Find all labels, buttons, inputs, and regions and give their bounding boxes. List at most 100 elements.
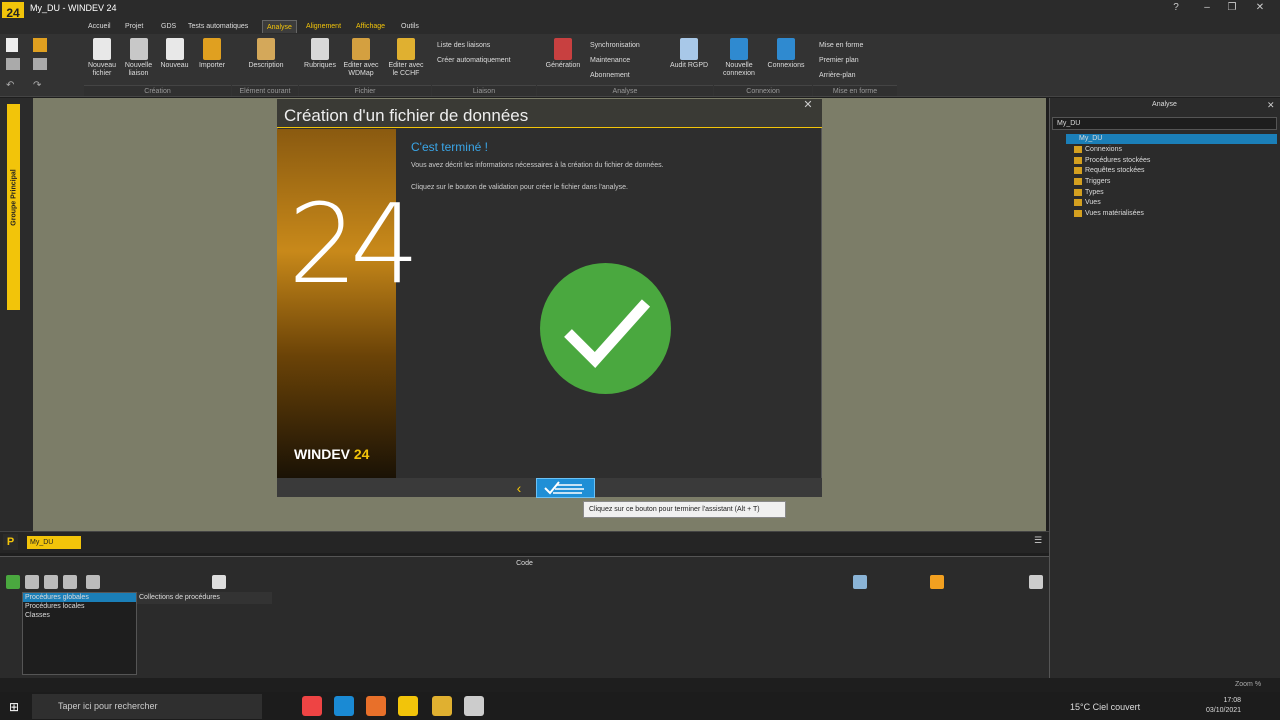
description-button[interactable]: Description — [244, 38, 288, 70]
nouveau-fichier-button[interactable]: Nouveau fichier — [87, 38, 117, 78]
group-liaison: Liaison — [432, 85, 536, 96]
star-icon[interactable] — [212, 575, 226, 589]
folder-icon — [1074, 166, 1082, 174]
folder-icon — [1074, 145, 1082, 153]
undo-icon[interactable]: ↶ — [6, 80, 14, 91]
generation-button[interactable]: Génération — [542, 38, 584, 70]
completion-text-2: Cliquez sur le bouton de validation pour… — [411, 184, 628, 191]
tree-item-connexions[interactable]: Connexions — [1074, 145, 1122, 155]
nouvelle-liaison-button[interactable]: Nouvelle liaison — [122, 38, 155, 78]
save-icon[interactable] — [6, 58, 20, 70]
weather-status[interactable]: 15°C Ciel couvert — [1070, 702, 1140, 712]
success-check-icon — [540, 263, 671, 394]
windev-icon[interactable] — [398, 696, 418, 716]
document-tab-strip — [0, 531, 1049, 553]
list-item[interactable]: Classes — [23, 611, 136, 620]
new-icon[interactable] — [6, 38, 18, 52]
rubriques-button[interactable]: Rubriques — [301, 38, 339, 70]
doc-tab-my-du[interactable]: My_DU — [27, 536, 81, 549]
tab-affichage[interactable]: Affichage — [352, 20, 389, 33]
nouveau-button[interactable]: Nouveau — [158, 38, 191, 70]
add-icon[interactable] — [6, 575, 20, 589]
tool-icon[interactable] — [63, 575, 77, 589]
liste-liaisons-button[interactable]: Liste des liaisons — [437, 42, 490, 49]
group-analyse: Analyse — [537, 85, 713, 96]
help-icon[interactable]: ? — [1164, 0, 1188, 16]
tabs-menu-icon[interactable]: ☰ — [1034, 535, 1042, 546]
panel-close-icon[interactable]: ✕ — [1267, 100, 1275, 111]
code-panel — [0, 570, 1049, 678]
analysis-panel-title: Analyse — [1152, 101, 1177, 108]
tree-item-requetes[interactable]: Requêtes stockées — [1074, 166, 1145, 176]
edge-icon[interactable] — [334, 696, 354, 716]
groupe-principal-tab[interactable]: Groupe Principal — [7, 104, 20, 310]
banner-number: 24 — [288, 180, 420, 308]
tree-root[interactable]: My_DU — [1066, 134, 1277, 144]
zoom-indicator[interactable]: Zoom % — [1235, 681, 1261, 688]
tree-item-vues[interactable]: Vues — [1074, 198, 1101, 208]
procedure-list: Procédures globales Procédures locales C… — [22, 592, 137, 675]
tree-item-vues-materialisees[interactable]: Vues matérialisées — [1074, 209, 1144, 219]
title-bar — [0, 0, 1280, 18]
audit-rgpd-button[interactable]: Audit RGPD — [666, 38, 712, 70]
tool-icon[interactable] — [86, 575, 100, 589]
abonnement-button[interactable]: Abonnement — [590, 72, 630, 79]
creer-automatiquement-button[interactable]: Créer automatiquement — [437, 57, 511, 64]
open-icon[interactable] — [33, 38, 47, 52]
tab-alignement[interactable]: Alignement — [302, 20, 345, 33]
editer-wdmap-button[interactable]: Editer avec WDMap — [342, 38, 380, 78]
code-panel-title: Code — [0, 556, 1049, 570]
importer-button[interactable]: Importer — [195, 38, 229, 70]
finish-button[interactable] — [536, 478, 595, 498]
tab-outils[interactable]: Outils — [397, 20, 423, 33]
analysis-search-input[interactable]: My_DU — [1052, 117, 1277, 130]
banner-brand: WINDEV 24 — [294, 446, 370, 462]
app-icon[interactable] — [464, 696, 484, 716]
mise-en-forme-button[interactable]: Mise en forme — [819, 42, 863, 49]
edit-icon[interactable] — [25, 575, 39, 589]
folder-icon — [1074, 209, 1082, 217]
connexions-button[interactable]: Connexions — [764, 38, 808, 70]
tab-gds[interactable]: GDS — [157, 20, 180, 33]
taskbar-clock[interactable]: 17:08 03/10/2021 — [1206, 696, 1241, 716]
group-fichier: Fichier — [299, 85, 431, 96]
explorer-icon[interactable] — [432, 696, 452, 716]
firefox-icon[interactable] — [366, 696, 386, 716]
group-connexion: Connexion — [714, 85, 812, 96]
tab-tests[interactable]: Tests automatiques — [184, 20, 252, 33]
group-creation: Création — [84, 85, 231, 96]
windows-start-icon[interactable]: ⊞ — [9, 700, 19, 714]
finish-tooltip: Cliquez sur ce bouton pour terminer l'as… — [583, 501, 786, 518]
restore-button[interactable]: ❐ — [1220, 0, 1244, 16]
print-icon[interactable] — [33, 58, 47, 70]
group-element-courant: Elément courant — [232, 85, 298, 96]
list-icon[interactable] — [1029, 575, 1043, 589]
close-button[interactable]: ✕ — [1248, 0, 1272, 16]
project-button[interactable]: P — [3, 534, 18, 550]
taskbar-search[interactable]: Taper ici pour rechercher — [32, 694, 262, 719]
synchronisation-button[interactable]: Synchronisation — [590, 42, 640, 49]
premier-plan-button[interactable]: Premier plan — [819, 57, 859, 64]
minimize-button[interactable]: – — [1195, 0, 1219, 16]
tab-analyse[interactable]: Analyse — [262, 20, 297, 33]
redo-icon[interactable]: ↷ — [33, 80, 41, 91]
nouvelle-connexion-button[interactable]: Nouvelle connexion — [719, 38, 759, 78]
collections-header: Collections de procédures — [137, 592, 272, 604]
delete-icon[interactable] — [44, 575, 58, 589]
list-item[interactable]: Procédures globales — [23, 593, 136, 602]
tree-item-triggers[interactable]: Triggers — [1074, 177, 1110, 187]
dialog-close-icon[interactable]: ✕ — [797, 99, 819, 111]
maintenance-button[interactable]: Maintenance — [590, 57, 630, 64]
tab-projet[interactable]: Projet — [121, 20, 147, 33]
list-item[interactable]: Procédures locales — [23, 602, 136, 611]
editer-cchf-button[interactable]: Editer avec le CCHF — [386, 38, 426, 78]
tab-accueil[interactable]: Accueil — [84, 20, 115, 33]
arriere-plan-button[interactable]: Arrière-plan — [819, 72, 856, 79]
previous-button[interactable]: ‹ — [508, 480, 530, 496]
tree-item-procedures[interactable]: Procédures stockées — [1074, 156, 1150, 166]
chrome-icon[interactable] — [302, 696, 322, 716]
view-icon[interactable] — [853, 575, 867, 589]
tree-item-types[interactable]: Types — [1074, 188, 1104, 198]
view-icon[interactable] — [930, 575, 944, 589]
window-title: My_DU - WINDEV 24 — [30, 3, 117, 13]
